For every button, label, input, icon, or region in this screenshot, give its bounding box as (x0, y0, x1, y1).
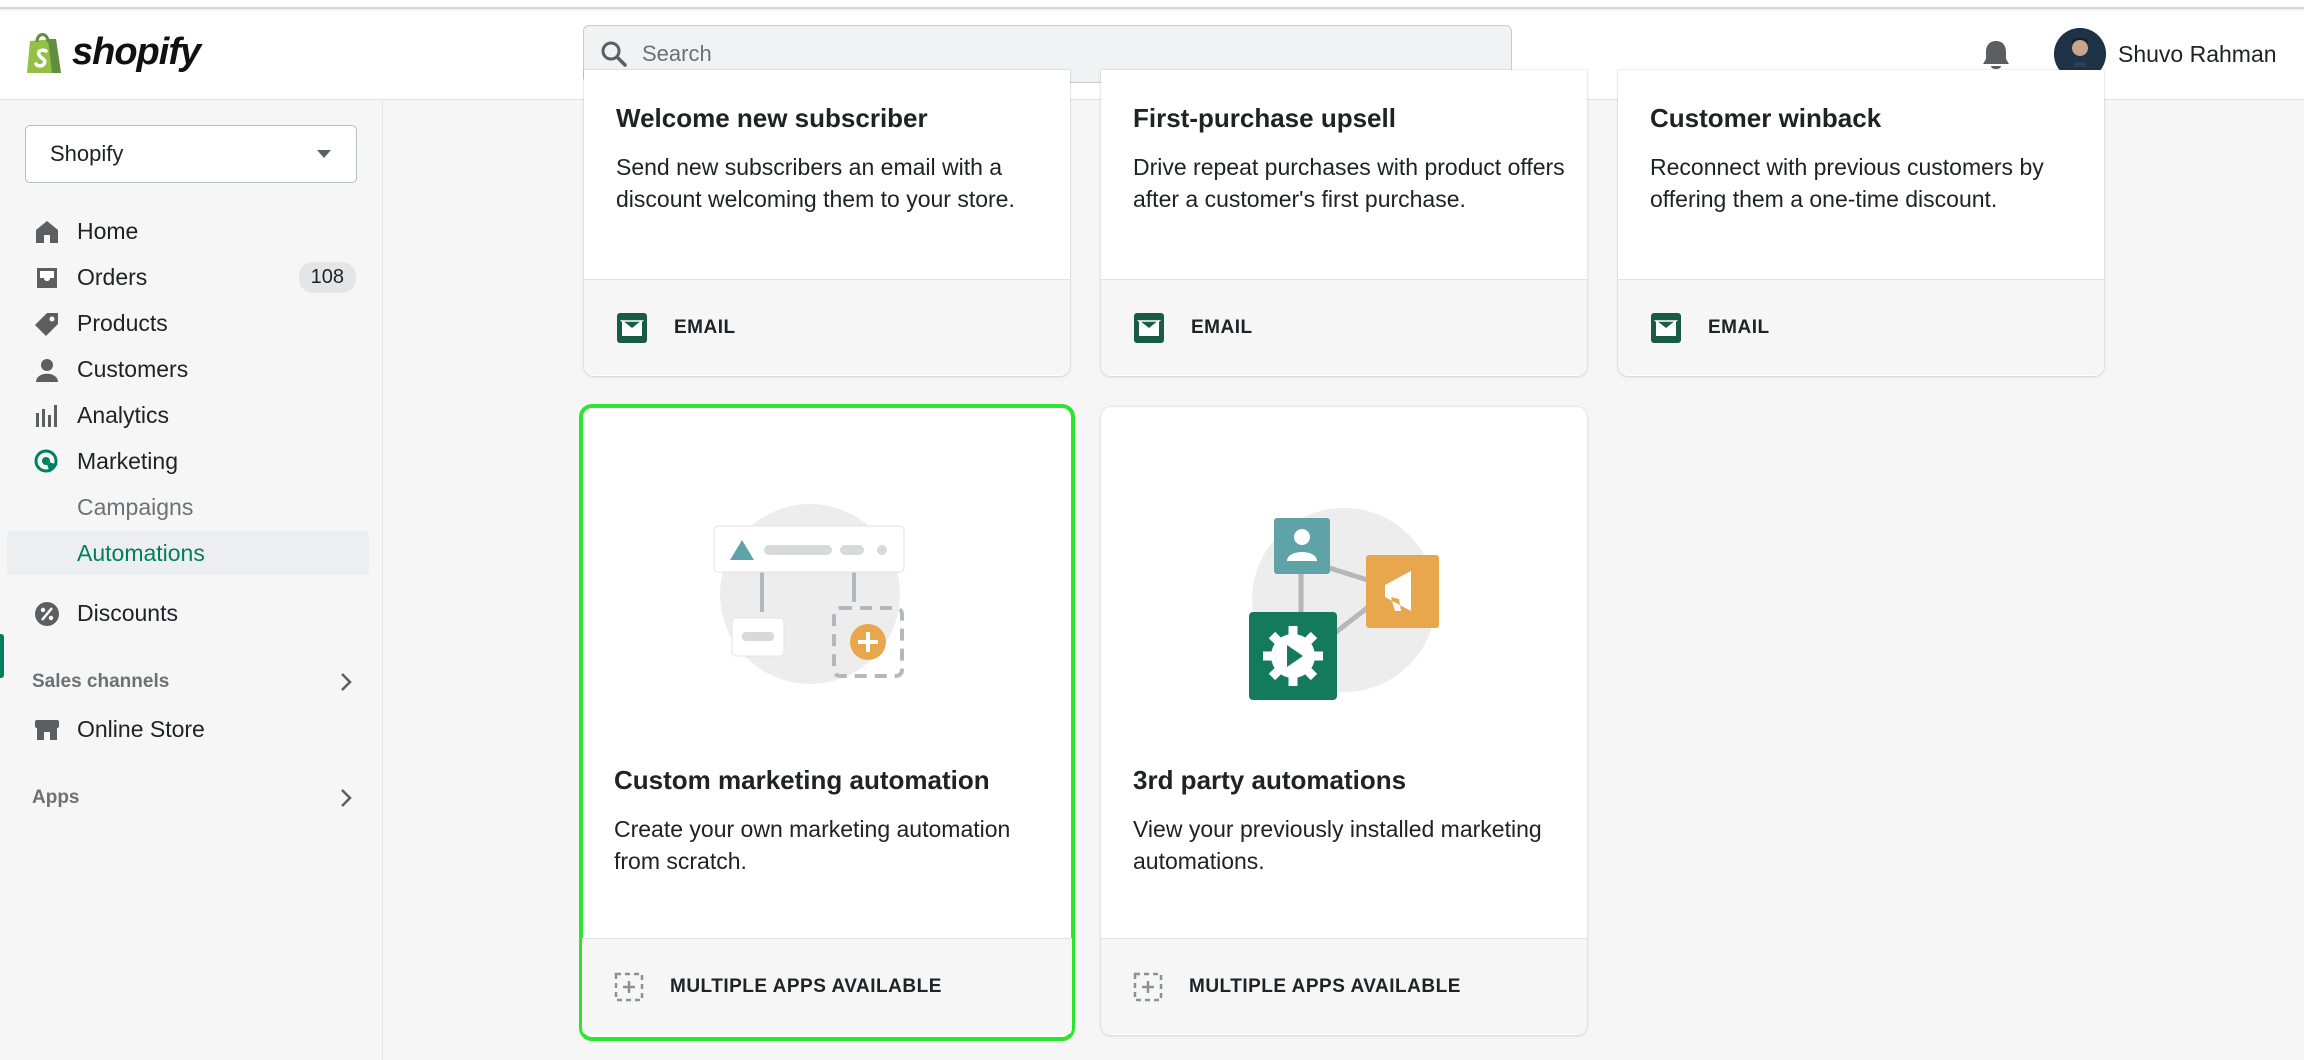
email-icon (1134, 312, 1164, 343)
sidebar-item-orders[interactable]: Orders 108 (0, 255, 370, 299)
sidebar-item-marketing[interactable]: Marketing (0, 439, 370, 483)
sidebar-item-online-store[interactable]: Online Store (0, 707, 370, 751)
sidebar-item-discounts[interactable]: Discounts (0, 591, 370, 635)
sidebar-item-label: Marketing (77, 447, 178, 474)
sidebar-item-label: Customers (77, 355, 189, 382)
window-top-strip (0, 0, 2304, 9)
sidebar-item-label: Products (77, 309, 168, 336)
card-title: First-purchase upsell (1133, 103, 1396, 133)
automation-card-upsell[interactable]: First-purchase upsell Drive repeat purch… (1101, 70, 1587, 376)
channel-label: EMAIL (674, 316, 736, 338)
store-name: Shopify (50, 141, 124, 166)
card-title: Customer winback (1650, 103, 1882, 133)
active-indicator (0, 634, 4, 678)
apps-label: Apps (32, 787, 80, 808)
orders-count-badge: 108 (298, 261, 356, 293)
channel-label: EMAIL (1708, 316, 1770, 338)
automation-card-welcome[interactable]: Welcome new subscriber Send new subscrib… (584, 70, 1070, 376)
orders-icon (37, 268, 57, 288)
third-party-illustration (1249, 508, 1439, 700)
workflow-illustration (713, 504, 905, 684)
person-icon (36, 359, 58, 382)
shopify-logo[interactable]: shopify (24, 29, 201, 75)
card-footer: EMAIL (1101, 279, 1587, 375)
chevron-right-icon (341, 789, 352, 807)
sidebar-item-label: Orders (77, 263, 148, 290)
bar-chart-icon (36, 405, 57, 427)
sales-channels-label: Sales channels (32, 671, 170, 692)
caret-down-icon (317, 150, 331, 158)
card-description: View your previously installed marketing… (1133, 816, 1542, 874)
card-title: 3rd party automations (1133, 765, 1407, 795)
email-icon (617, 312, 647, 343)
search-input[interactable] (642, 41, 1482, 67)
sidebar-item-home[interactable]: Home (0, 209, 370, 253)
automation-card-third-party[interactable]: 3rd party automations View your previous… (1101, 407, 1587, 1035)
apps-available-label: MULTIPLE APPS AVAILABLE (670, 975, 942, 997)
sales-channels-header[interactable]: Sales channels (32, 671, 352, 693)
card-description: Drive repeat purchases with product offe… (1133, 154, 1565, 212)
store-icon (35, 720, 59, 740)
sidebar-item-label: Home (77, 217, 139, 244)
card-title: Custom marketing automation (614, 765, 990, 795)
card-footer: EMAIL (584, 279, 1070, 375)
sidebar-item-customers[interactable]: Customers (0, 347, 370, 391)
add-app-icon (1133, 972, 1163, 1001)
automation-card-custom[interactable]: Custom marketing automation Create your … (579, 404, 1075, 1041)
sidebar-item-label: Online Store (77, 715, 205, 742)
marketing-icon (34, 449, 58, 473)
sidebar-item-label: Automations (77, 539, 205, 566)
search-icon (601, 41, 627, 67)
shopping-bag-icon (27, 33, 61, 73)
store-selector[interactable]: Shopify (25, 125, 357, 183)
channel-label: EMAIL (1191, 316, 1253, 338)
chevron-right-icon (341, 673, 352, 691)
card-footer: MULTIPLE APPS AVAILABLE (1101, 938, 1587, 1034)
automation-card-winback[interactable]: Customer winback Reconnect with previous… (1618, 70, 2104, 376)
logo-text: shopify (72, 30, 201, 73)
card-title: Welcome new subscriber (616, 103, 928, 133)
apps-header[interactable]: Apps (32, 787, 352, 809)
sidebar-item-label: Campaigns (77, 493, 194, 520)
apps-available-label: MULTIPLE APPS AVAILABLE (1189, 975, 1461, 997)
sidebar-item-analytics[interactable]: Analytics (0, 393, 370, 437)
card-description: Create your own marketing automation fro… (614, 816, 1011, 874)
sidebar-item-products[interactable]: Products (0, 301, 370, 345)
discount-icon (35, 602, 59, 626)
sidebar-item-automations[interactable]: Automations (7, 531, 369, 575)
card-footer: EMAIL (1618, 279, 2104, 375)
bell-icon (1983, 41, 2009, 69)
home-icon (36, 221, 58, 243)
sidebar-item-campaigns[interactable]: Campaigns (0, 485, 370, 529)
email-icon (1651, 312, 1681, 343)
sidebar-item-label: Discounts (77, 599, 178, 626)
user-name: Shuvo Rahman (2118, 40, 2277, 67)
card-footer: MULTIPLE APPS AVAILABLE (582, 938, 1072, 1034)
sidebar-item-label: Analytics (77, 401, 170, 428)
card-description: Send new subscribers an email with a dis… (616, 154, 1015, 212)
card-description: Reconnect with previous customers by off… (1650, 154, 2044, 212)
sidebar: Shopify Home Orders 108 Products Custome… (0, 101, 383, 1060)
tag-icon (35, 313, 58, 336)
add-app-icon (614, 972, 644, 1001)
